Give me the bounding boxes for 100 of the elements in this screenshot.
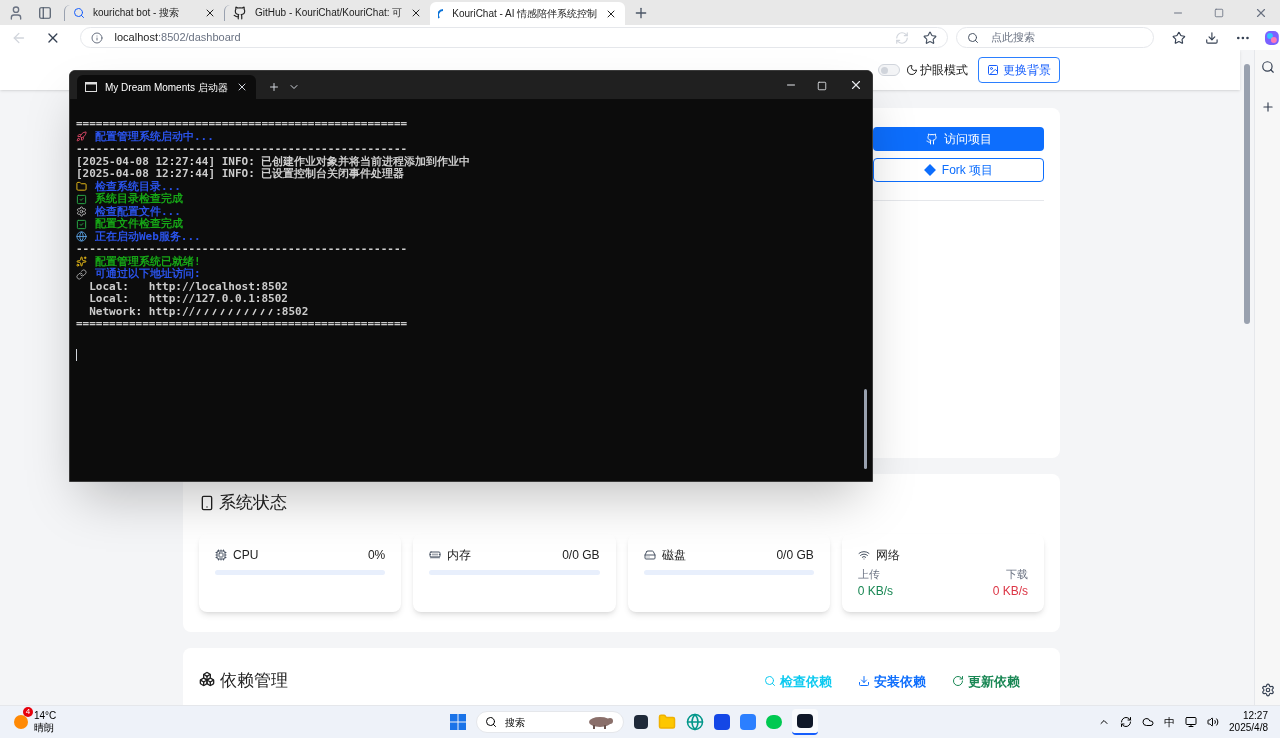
image-icon	[987, 64, 999, 76]
download-label: 下载	[1006, 566, 1028, 582]
terminal-line: 配置管理系统已就绪!	[95, 255, 201, 268]
temperature: 14°C	[34, 710, 57, 722]
check-icon	[76, 193, 87, 205]
new-tab-icon[interactable]	[267, 81, 280, 93]
section-title: 依赖管理	[220, 669, 288, 692]
upload-speed: 0 KB/s	[857, 583, 894, 600]
weather-icon[interactable]	[14, 715, 28, 729]
separator-line: --------------------------------------------------	[76, 143, 408, 155]
volume-icon[interactable]	[1207, 716, 1220, 728]
terminal-taskbar-button[interactable]	[792, 709, 818, 735]
moon-icon	[906, 64, 918, 76]
eye-mode-label: 护眼模式	[920, 62, 968, 79]
install-icon	[858, 675, 870, 688]
github-icon	[233, 5, 247, 20]
search-input[interactable]: 点此搜索	[991, 29, 1132, 46]
start-icon[interactable]	[450, 714, 466, 730]
terminal-line: [2025-04-08 12:27:44] INFO: 已设置控制台关闭事件处理器	[76, 168, 405, 180]
network-icon[interactable]	[1185, 716, 1198, 728]
restore-icon[interactable]	[1214, 7, 1224, 18]
memory-icon	[429, 548, 442, 561]
upload-label: 上传	[857, 566, 881, 582]
browser-tab[interactable]: kourichat bot - 搜索	[64, 4, 224, 21]
git-icon	[923, 164, 936, 176]
cloud-icon[interactable]	[1142, 716, 1155, 728]
input-method[interactable]: 中	[1164, 713, 1176, 731]
terminal-line: 系统目录检查完成	[95, 193, 183, 205]
terminal-line: 配置文件检查完成	[95, 218, 183, 230]
meter-reading: 0%	[367, 546, 386, 564]
separator-line: --------------------------------------------------	[76, 243, 408, 255]
sparkles-icon	[76, 256, 87, 268]
terminal-line: Local: http://127.0.0.1:8502	[88, 293, 288, 306]
notification-badge: 4	[23, 707, 33, 717]
meter-reading: 0/0 GB	[776, 546, 814, 564]
terminal-tab-title: My Dream Moments 启动器	[105, 80, 228, 95]
terminal-line: [2025-04-08 12:27:44] INFO: 已创建作业对象并将当前进程添加到作业中	[76, 155, 471, 168]
clock-time[interactable]: 12:27	[1242, 710, 1268, 722]
check-icon	[76, 218, 87, 230]
browser-icon[interactable]	[686, 713, 704, 731]
weather-condition: 晴朗	[34, 722, 55, 734]
device-icon	[199, 494, 215, 511]
tab-title: GitHub - KouriChat/KouriChat: 可	[255, 6, 403, 20]
terminal-line: 正在启动Web服务...	[95, 230, 201, 243]
search-icon	[73, 6, 85, 19]
maximize-icon[interactable]	[817, 81, 827, 91]
browser-tab[interactable]: KouriChat - AI 情感陪伴系统控制	[430, 2, 626, 25]
search-icon[interactable]	[1260, 60, 1275, 74]
info-icon	[90, 31, 103, 44]
terminal-line: 配置管理系统启动中...	[95, 130, 214, 143]
globe-icon	[76, 231, 87, 243]
link-icon	[76, 268, 87, 280]
meter-reading: 0/0 GB	[562, 546, 600, 564]
scrollbar-thumb[interactable]	[864, 389, 867, 469]
terminal-tab[interactable]: My Dream Moments 启动器	[77, 75, 256, 99]
dependency-action-button[interactable]: 安装依赖	[858, 671, 926, 691]
folder-icon	[76, 181, 87, 193]
terminal-line: 检查配置文件...	[95, 205, 181, 218]
cpu-icon	[215, 548, 227, 561]
toggle-switch[interactable]	[878, 64, 900, 76]
dependency-action-button[interactable]: 更新依赖	[952, 671, 1020, 691]
favorites-list-icon[interactable]	[1171, 30, 1186, 45]
profile-icon[interactable]	[8, 4, 24, 21]
loading-icon	[438, 8, 445, 19]
clock-date[interactable]: 2025/4/8	[1229, 722, 1268, 734]
terminal-line: 检查系统目录...	[95, 180, 181, 193]
meter-name: 磁盘	[661, 546, 686, 564]
tab-title: KouriChat - AI 情感陪伴系统控制	[452, 7, 598, 21]
close-icon[interactable]	[849, 78, 863, 92]
add-icon[interactable]	[1260, 100, 1275, 114]
download-icon[interactable]	[1204, 30, 1219, 45]
download-speed: 0 KB/s	[992, 583, 1028, 600]
separator-line: ==================================================	[76, 318, 408, 331]
sync-icon[interactable]	[1120, 716, 1133, 728]
change-background-button[interactable]: 更换背景	[978, 57, 1060, 83]
project-button[interactable]: Fork 项目	[873, 158, 1044, 182]
scrollbar-thumb[interactable]	[1244, 64, 1250, 324]
terminal-line: Local: http://localhost:8502	[88, 280, 288, 293]
tab-actions-icon[interactable]	[38, 5, 52, 20]
search-icon	[485, 716, 497, 728]
terminal-line: :8502	[275, 305, 309, 318]
meter-name: CPU	[233, 546, 259, 564]
project-button[interactable]: 访问项目	[873, 127, 1044, 151]
terminal-icon	[85, 82, 97, 92]
tab-title: kourichat bot - 搜索	[93, 6, 181, 20]
search-icon	[967, 31, 980, 44]
gear-icon	[76, 206, 87, 218]
meter-name: 内存	[447, 546, 472, 564]
favorite-icon[interactable]	[923, 30, 938, 45]
update-icon	[952, 675, 964, 688]
github-icon	[925, 133, 938, 145]
terminal-icon	[797, 714, 813, 728]
taskbar-search[interactable]: 搜索	[476, 711, 624, 733]
boxes-icon	[199, 670, 215, 687]
search-label: 搜索	[505, 715, 526, 730]
wifi-icon	[857, 548, 870, 561]
copilot-icon[interactable]	[1264, 29, 1280, 46]
terminal-line: Network: http://	[88, 305, 196, 318]
settings-icon[interactable]	[1260, 683, 1275, 697]
check-icon	[764, 675, 776, 688]
